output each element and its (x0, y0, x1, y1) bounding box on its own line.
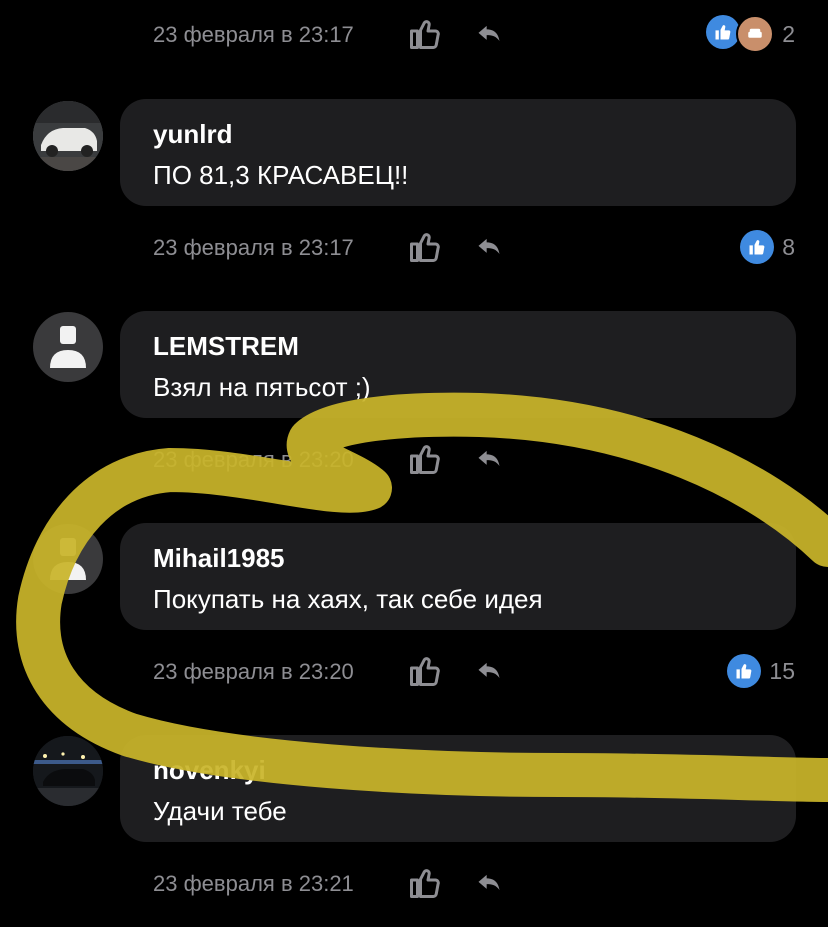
like-button[interactable] (407, 653, 443, 689)
comment-time: 23 февраля в 23:20 (153, 659, 354, 684)
couch-icon (736, 15, 775, 53)
reply-button[interactable] (474, 20, 504, 48)
reply-button[interactable] (474, 657, 504, 685)
like-button[interactable] (407, 441, 443, 477)
comment-text: Удачи тебе (153, 796, 287, 826)
reply-button[interactable] (474, 445, 504, 473)
avatar[interactable] (33, 524, 103, 594)
comment-meta-row: 23 февраля в 23:21 (0, 863, 828, 903)
reply-button[interactable] (474, 233, 504, 261)
likes-count: 8 (782, 233, 795, 260)
default-user-icon (50, 326, 86, 368)
like-button[interactable] (407, 229, 443, 265)
comment-meta-row: 23 февраля в 23:17 8 (0, 227, 828, 267)
thumbs-up-icon (727, 654, 762, 688)
thumbs-up-icon (706, 15, 741, 49)
reactions-summary[interactable]: 15 (727, 654, 795, 688)
comment-meta-row: 23 февраля в 23:17 2 (0, 14, 828, 54)
car-photo-icon (33, 736, 103, 806)
comment-meta-row: 23 февраля в 23:20 (0, 439, 828, 479)
comment-author[interactable]: LEMSTREM (153, 331, 299, 362)
avatar[interactable] (33, 736, 103, 806)
avatar[interactable] (33, 101, 103, 171)
comment-text: ПО 81,3 КРАСАВЕЦ!! (153, 160, 409, 190)
comment-bubble: yunlrd ПО 81,3 КРАСАВЕЦ!! (120, 99, 796, 206)
comment-meta-row: 23 февраля в 23:20 15 (0, 651, 828, 691)
comment-time: 23 февраля в 23:21 (153, 871, 354, 896)
thumbs-up-icon (740, 230, 775, 264)
reactions-summary[interactable]: 8 (740, 230, 795, 264)
comment-bubble: novenkyi Удачи тебе (120, 735, 796, 842)
comment-time: 23 февраля в 23:17 (153, 235, 354, 260)
comment-author[interactable]: novenkyi (153, 755, 266, 786)
car-photo-icon (33, 101, 103, 171)
comment-author[interactable]: yunlrd (153, 119, 232, 150)
default-user-icon (50, 538, 86, 580)
reply-button[interactable] (474, 869, 504, 897)
comment-time: 23 февраля в 23:20 (153, 447, 354, 472)
comment-bubble: Mihail1985 Покупать на хаях, так себе ид… (120, 523, 796, 630)
like-button[interactable] (407, 865, 443, 901)
reactions-summary[interactable]: 2 (706, 15, 795, 53)
reactions-count: 2 (782, 20, 795, 47)
comment-text: Покупать на хаях, так себе идея (153, 584, 543, 614)
like-button[interactable] (407, 16, 443, 52)
comment-author[interactable]: Mihail1985 (153, 543, 285, 574)
avatar[interactable] (33, 312, 103, 382)
comment-time: 23 февраля в 23:17 (153, 22, 354, 47)
comment-text: Взял на пятьсот ;) (153, 372, 371, 402)
comment-bubble: LEMSTREM Взял на пятьсот ;) (120, 311, 796, 418)
likes-count: 15 (769, 657, 795, 684)
